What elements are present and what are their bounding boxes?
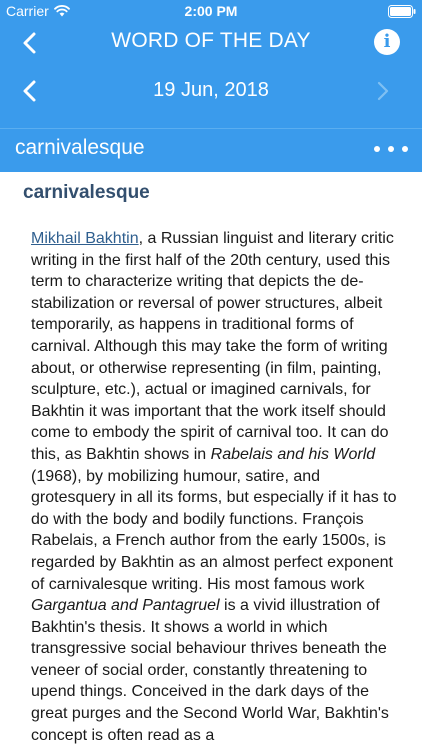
entry-definition: Mikhail Bakhtin, a Russian linguist and … — [31, 228, 401, 746]
more-dots-icon — [402, 146, 408, 152]
battery-icon — [388, 5, 416, 21]
status-time: 2:00 PM — [184, 3, 238, 19]
definition-text-3: is a vivid illustration of Bakhtin's the… — [31, 597, 389, 744]
more-dots-icon — [388, 146, 394, 152]
info-icon: i — [383, 31, 391, 52]
current-date: 19 Jun, 2018 — [153, 79, 269, 101]
info-button[interactable]: i — [374, 29, 400, 55]
more-options-button[interactable] — [374, 139, 408, 159]
word-bar-title: carnivalesque — [15, 136, 145, 159]
page-title: WORD OF THE DAY — [111, 29, 311, 52]
next-day-button[interactable] — [368, 78, 398, 104]
word-bar: carnivalesque — [0, 128, 422, 172]
book-title-rabelais: Rabelais and his World — [210, 445, 376, 463]
status-bar: Carrier 2:00 PM — [0, 0, 422, 22]
navigation-bar: WORD OF THE DAY i — [0, 22, 422, 64]
bakhtin-link[interactable]: Mikhail Bakhtin — [31, 230, 139, 247]
definition-text-1: , a Russian linguist and literary critic… — [31, 230, 394, 463]
entry-headword: carnivalesque — [23, 182, 150, 203]
date-navigator: 19 Jun, 2018 — [0, 68, 422, 112]
book-title-gargantua: Gargantua and Pantagruel — [31, 597, 220, 615]
chevron-right-icon — [377, 81, 389, 101]
definition-text-2: (1968), by mobilizing humour, satire, an… — [31, 467, 397, 593]
header-bar: Carrier 2:00 PM WORD OF THE DAY i 19 Jun… — [0, 0, 422, 128]
more-dots-icon — [374, 146, 380, 152]
